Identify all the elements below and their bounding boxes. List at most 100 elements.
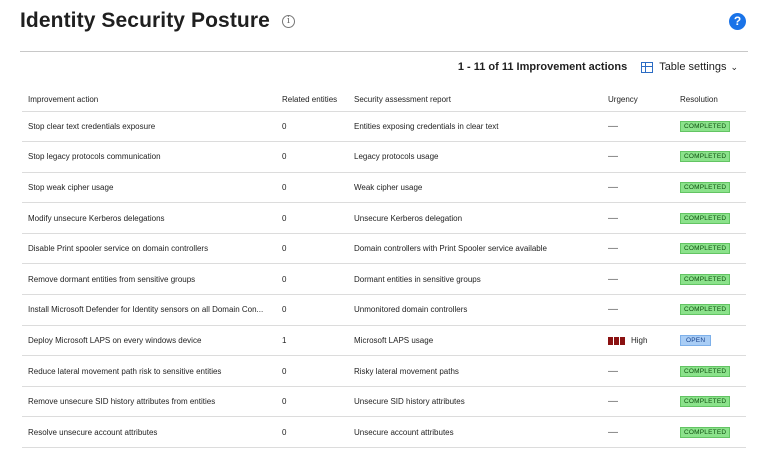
security-report-cell[interactable]: Domain controllers with Print Spooler se… <box>348 233 602 265</box>
help-icon[interactable]: ? <box>729 13 746 30</box>
resolution-cell: COMPLETED <box>674 355 746 387</box>
table-settings-label: Table settings <box>659 61 727 73</box>
table-row[interactable]: Remove dormant entities from sensitive g… <box>22 263 746 296</box>
table-row[interactable]: Remove unsecure SID history attributes f… <box>22 386 746 418</box>
urgency-text: — <box>608 181 618 193</box>
table-row[interactable]: Modify unsecure Kerberos delegations 0 Uns… <box>22 202 746 234</box>
column-header-improvement-action[interactable]: Improvement action <box>22 89 276 112</box>
status-badge: COMPLETED <box>680 181 731 193</box>
related-entities-cell: 0 <box>276 416 348 449</box>
table-toolbar: 1 - 11 of 11 Improvement actions Table s… <box>458 58 738 76</box>
status-badge: COMPLETED <box>680 304 731 316</box>
improvement-action-cell[interactable]: Install Microsoft Defender for Identity … <box>22 294 276 326</box>
related-entities-cell: 0 <box>276 294 348 326</box>
urgency-cell: — <box>602 141 674 173</box>
table-row[interactable]: Deploy Microsoft LAPS on every windows d… <box>22 325 746 357</box>
security-report-cell[interactable]: Weak cipher usage <box>348 172 602 204</box>
urgency-text: — <box>608 120 618 132</box>
related-entities-cell: 0 <box>276 202 348 234</box>
security-report-cell[interactable]: Legacy protocols usage <box>348 141 602 173</box>
table-row[interactable]: Stop clear text credentials exposure 0 Ent… <box>22 111 746 143</box>
urgency-cell: — <box>602 172 674 204</box>
status-badge: COMPLETED <box>680 120 731 132</box>
urgency-text: — <box>608 212 618 224</box>
table-row[interactable]: Stop weak cipher usage 0 Weak cipher usage… <box>22 172 746 204</box>
resolution-cell: COMPLETED <box>674 141 746 173</box>
security-report-cell[interactable]: Entities exposing credentials in clear t… <box>348 111 602 143</box>
status-badge: COMPLETED <box>680 426 731 438</box>
column-header-resolution[interactable]: Resolution <box>674 89 746 112</box>
improvement-action-cell[interactable]: Stop legacy protocols communication <box>22 141 276 173</box>
improvement-action-cell[interactable]: Remove unsecure SID history attributes f… <box>22 386 276 418</box>
status-badge: COMPLETED <box>680 151 731 163</box>
table-row[interactable]: Reduce lateral movement path risk to sen… <box>22 355 746 387</box>
table-row[interactable]: Disable Print spooler service on domain … <box>22 233 746 265</box>
status-badge: OPEN <box>680 334 712 346</box>
urgency-cell: — <box>602 202 674 234</box>
urgency-bar <box>620 336 625 345</box>
urgency-text: High <box>631 335 648 345</box>
security-report-cell[interactable]: Microsoft LAPS usage <box>348 325 602 357</box>
page-title: Identity Security Posture <box>20 9 270 32</box>
table-header-row: Improvement action Related entities Secu… <box>22 89 746 112</box>
table-row[interactable]: Resolve unsecure account attributes 0 Unse… <box>22 416 746 449</box>
chevron-down-icon: ⌄ <box>730 61 738 72</box>
security-report-cell[interactable]: Dormant entities in sensitive groups <box>348 263 602 296</box>
security-report-cell[interactable]: Unmonitored domain controllers <box>348 294 602 326</box>
related-entities-cell: 1 <box>276 325 348 357</box>
urgency-bars-icon <box>608 336 625 345</box>
improvement-action-cell[interactable]: Reduce lateral movement path risk to sen… <box>22 355 276 387</box>
urgency-cell: — <box>602 263 674 296</box>
urgency-text: — <box>608 396 618 408</box>
security-report-cell[interactable]: Risky lateral movement paths <box>348 355 602 387</box>
urgency-cell: — <box>602 233 674 265</box>
urgency-cell: High <box>602 325 674 357</box>
related-entities-cell: 0 <box>276 386 348 418</box>
improvement-action-cell[interactable]: Stop weak cipher usage <box>22 172 276 204</box>
status-badge: COMPLETED <box>680 396 731 408</box>
column-header-urgency[interactable]: Urgency <box>602 89 674 112</box>
improvement-action-cell[interactable]: Remove dormant entities from sensitive g… <box>22 263 276 296</box>
urgency-text: — <box>608 304 618 316</box>
table-row[interactable]: Stop legacy protocols communication 0 Lega… <box>22 141 746 173</box>
resolution-cell: COMPLETED <box>674 263 746 296</box>
resolution-cell: COMPLETED <box>674 172 746 204</box>
resolution-cell: COMPLETED <box>674 294 746 326</box>
resolution-cell: COMPLETED <box>674 416 746 449</box>
related-entities-cell: 0 <box>276 141 348 173</box>
info-icon[interactable]: i <box>281 14 295 28</box>
security-report-cell[interactable]: Unsecure Kerberos delegation <box>348 202 602 234</box>
urgency-text: — <box>608 365 618 377</box>
improvement-action-cell[interactable]: Resolve unsecure account attributes <box>22 416 276 449</box>
resolution-cell: COMPLETED <box>674 386 746 418</box>
urgency-text: — <box>608 151 618 163</box>
page-header: Identity Security Posture i ? <box>20 4 748 38</box>
improvement-action-cell[interactable]: Deploy Microsoft LAPS on every windows d… <box>22 325 276 357</box>
improvement-action-cell[interactable]: Disable Print spooler service on domain … <box>22 233 276 265</box>
security-report-cell[interactable]: Unsecure account attributes <box>348 416 602 449</box>
urgency-text: — <box>608 243 618 255</box>
related-entities-cell: 0 <box>276 263 348 296</box>
table-settings-button[interactable]: Table settings ⌄ <box>641 61 738 73</box>
urgency-cell: — <box>602 294 674 326</box>
table-row[interactable]: Install Microsoft Defender for Identity … <box>22 294 746 326</box>
status-badge: COMPLETED <box>680 243 731 255</box>
column-header-related-entities[interactable]: Related entities <box>276 89 348 112</box>
related-entities-cell: 0 <box>276 172 348 204</box>
improvement-actions-table: Improvement action Related entities Secu… <box>22 89 746 449</box>
resolution-cell: COMPLETED <box>674 111 746 143</box>
security-report-cell[interactable]: Unsecure SID history attributes <box>348 386 602 418</box>
urgency-bar <box>608 336 613 345</box>
column-header-security-assessment-report[interactable]: Security assessment report <box>348 89 602 112</box>
urgency-text: — <box>608 426 618 438</box>
resolution-cell: COMPLETED <box>674 233 746 265</box>
improvement-action-cell[interactable]: Modify unsecure Kerberos delegations <box>22 202 276 234</box>
table-settings-icon <box>641 61 654 73</box>
urgency-cell: — <box>602 111 674 143</box>
improvement-action-cell[interactable]: Stop clear text credentials exposure <box>22 111 276 143</box>
results-count: 1 - 11 of 11 Improvement actions <box>457 61 628 73</box>
related-entities-cell: 0 <box>276 111 348 143</box>
header-divider <box>20 51 748 52</box>
urgency-cell: — <box>602 355 674 387</box>
resolution-cell: OPEN <box>674 325 746 357</box>
